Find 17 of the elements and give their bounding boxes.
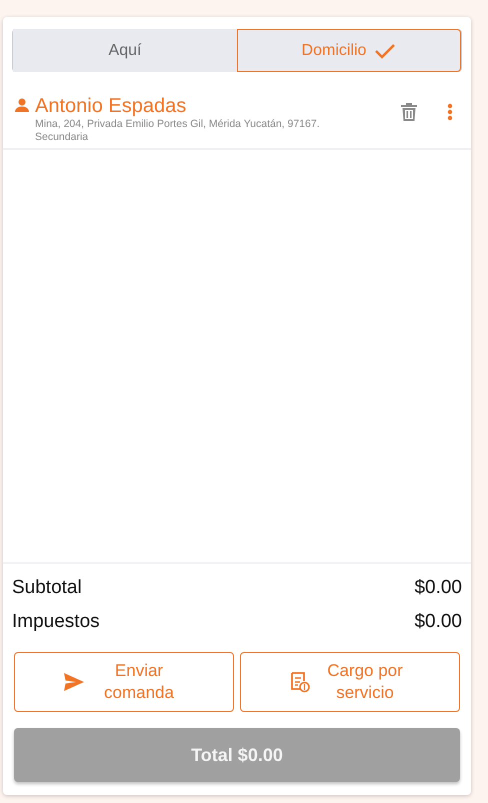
- send-icon: [64, 673, 84, 691]
- customer-name: Antonio Espadas: [35, 94, 188, 118]
- receipt-icon: [290, 671, 310, 693]
- summary-value: $0.00: [414, 576, 462, 600]
- customer-address: Mina, 204, Privada Emilio Portes Gil, Mérida Yucatán, 97167.: [35, 118, 321, 131]
- summary-value: $0.00: [414, 610, 462, 634]
- check-icon: [374, 42, 396, 60]
- address-reference: Secundaria: [35, 131, 90, 144]
- tab[interactable]: Aquí: [13, 29, 237, 72]
- person-icon: [15, 98, 29, 112]
- send-order-button[interactable]: Enviar comanda: [14, 652, 234, 712]
- tab[interactable]: Domicilio: [237, 29, 461, 72]
- summary-label: Subtotal: [12, 576, 82, 600]
- more-options-icon[interactable]: [447, 103, 453, 121]
- trash-icon[interactable]: [401, 102, 417, 122]
- service-charge-button[interactable]: Cargo por servicio: [240, 652, 460, 712]
- summary-label: Impuestos: [12, 610, 100, 634]
